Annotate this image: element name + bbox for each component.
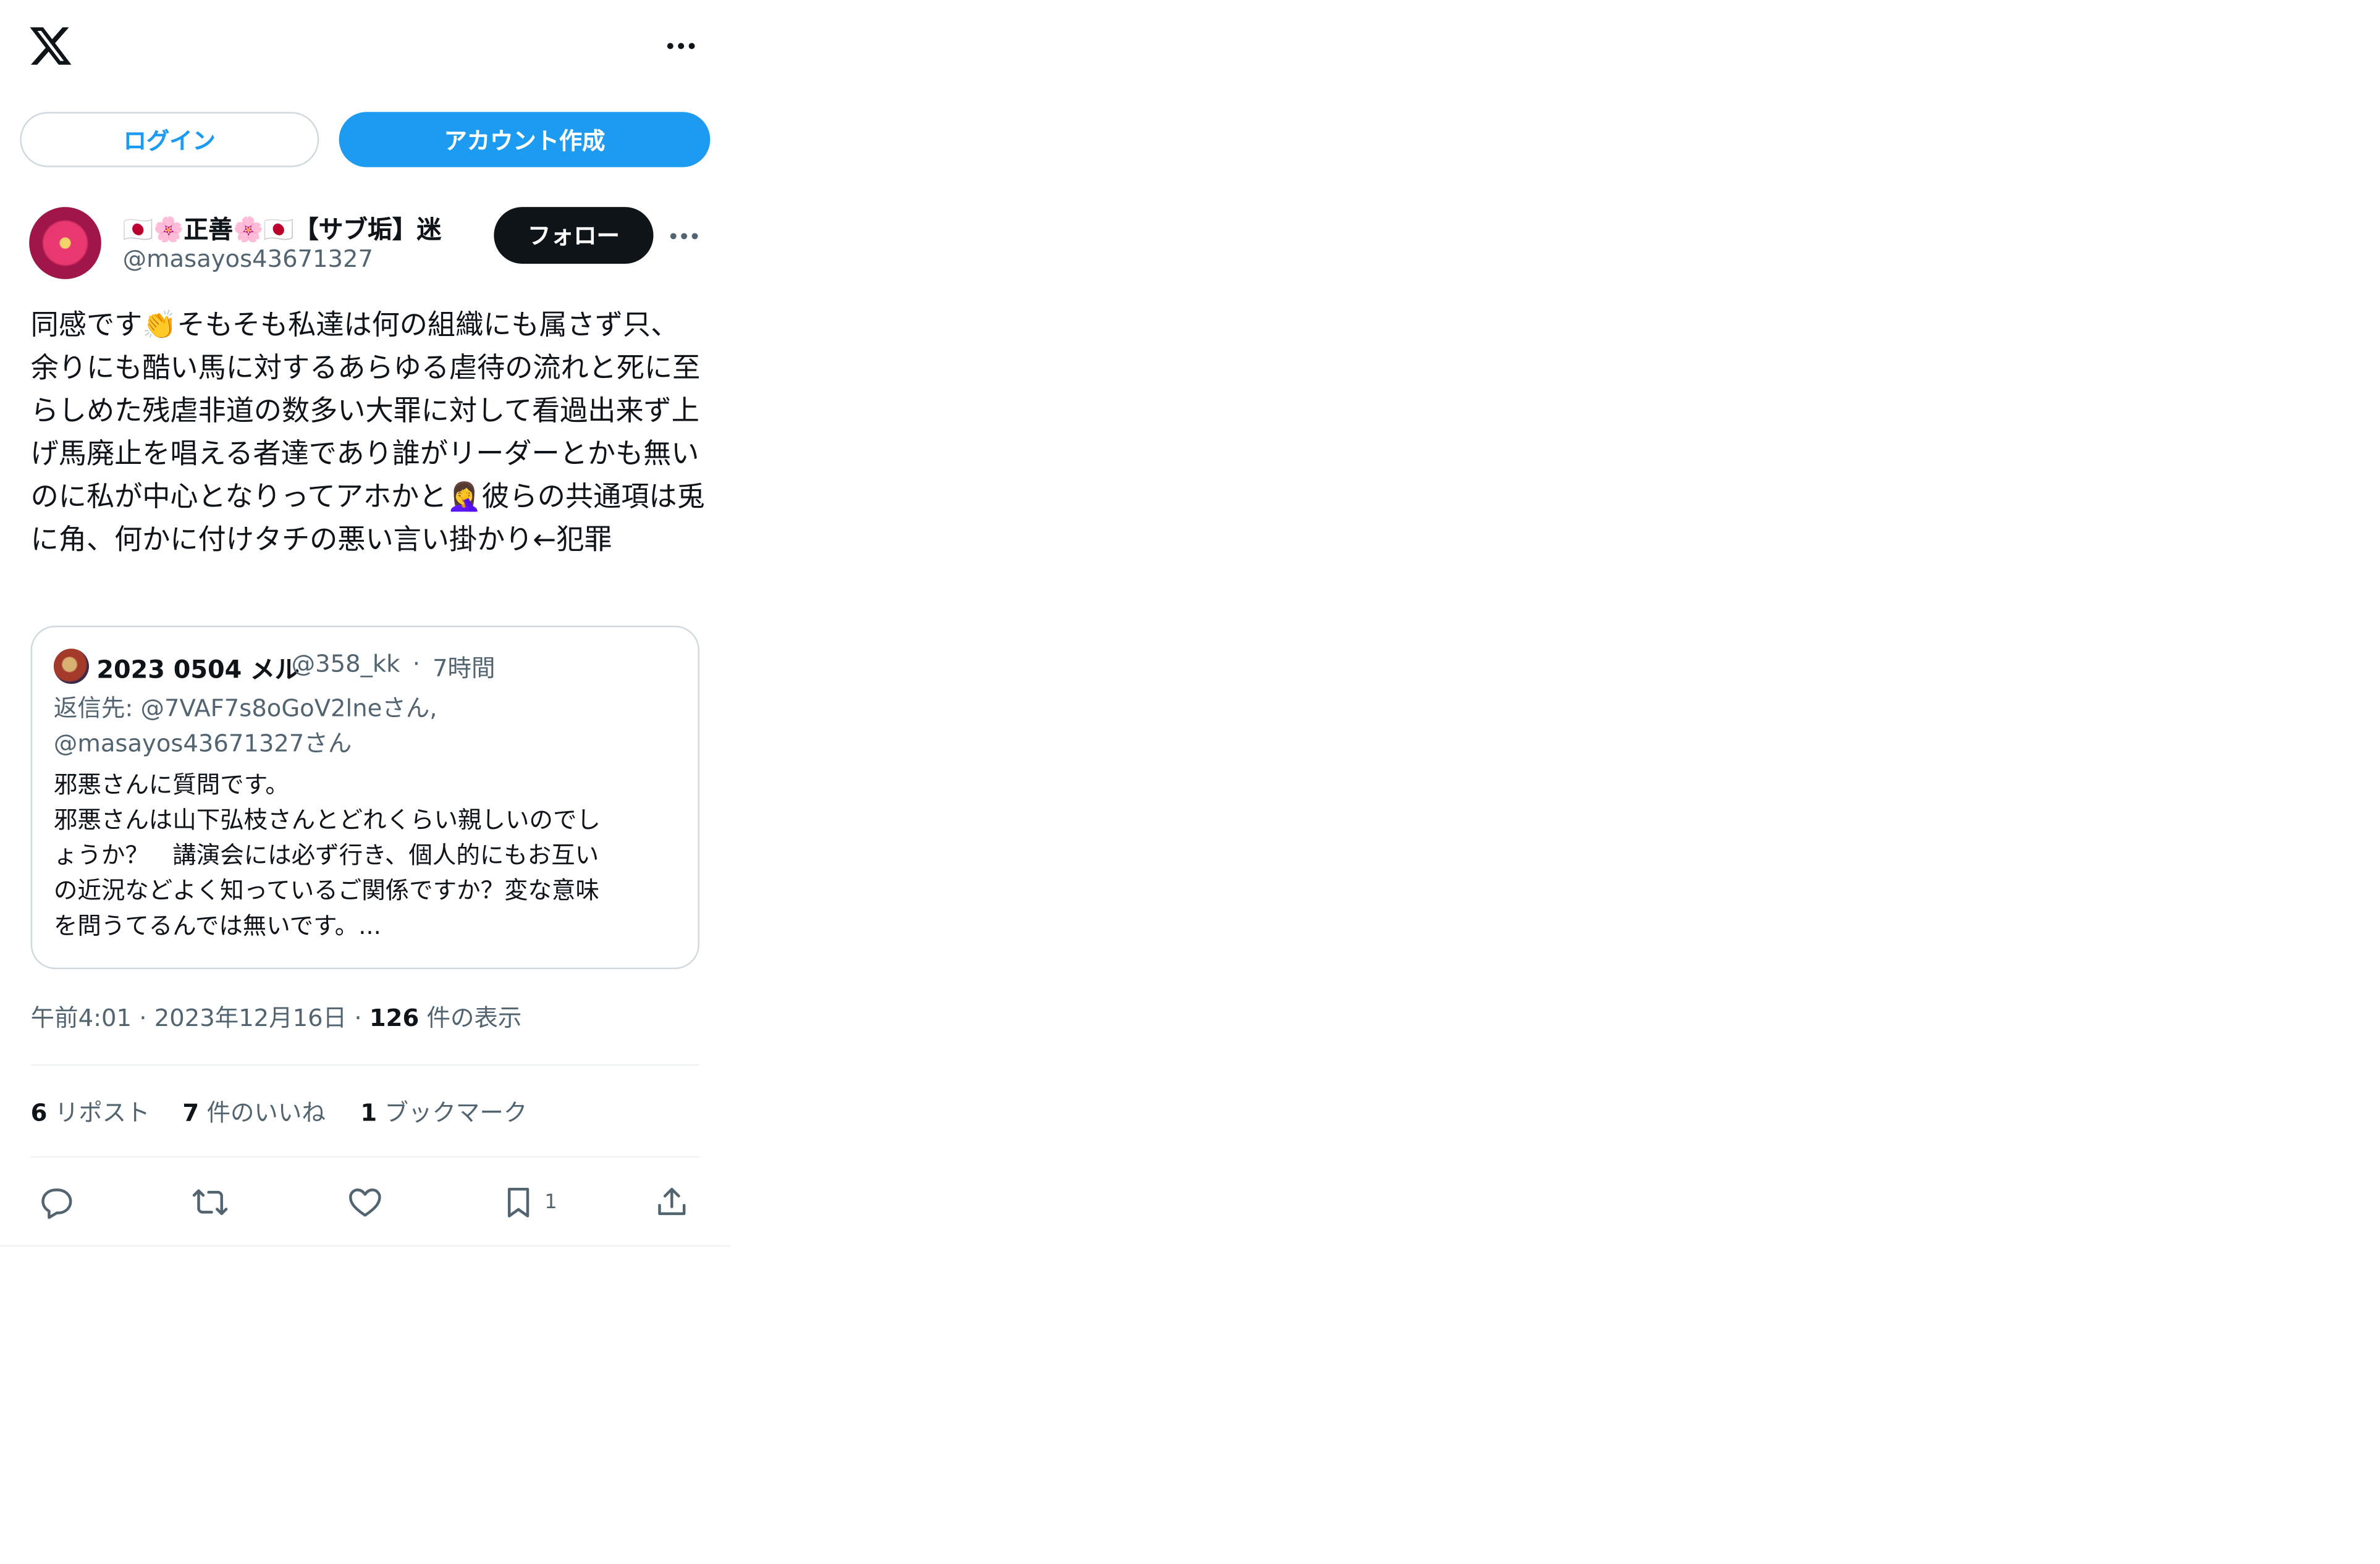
reply-icon [41,1188,72,1219]
bookmark-button[interactable]: 1 [500,1181,557,1224]
reply-button[interactable] [38,1181,75,1224]
likes-stat[interactable]: 7 件のいいね [182,1095,325,1129]
author-display-name[interactable]: 🇯🇵🌸正善🌸🇯🇵【サブ垢】迷 [123,209,480,243]
reposts-label: リポスト [54,1099,150,1127]
likes-count: 7 [182,1099,200,1127]
more-horizontal-icon[interactable] [657,22,706,70]
likes-label: 件のいいね [206,1099,326,1127]
quoted-time: 7時間 [433,655,496,683]
bookmark-icon [507,1187,530,1217]
tweet-time[interactable]: 午前4:01 [31,1004,132,1032]
reposts-count: 6 [30,1099,48,1127]
create-account-button[interactable]: アカウント作成 [339,112,711,167]
quoted-display-name: 2023 0504 メル [96,655,300,684]
bookmark-count: 1 [544,1190,557,1214]
avatar[interactable] [29,207,101,279]
views-count: 126 [369,1004,420,1032]
repost-icon [192,1189,228,1216]
quoted-separator: · [412,650,421,678]
tweet-text: 同感です👏そもそも私達は何の組織にも属さず只、余りにも酷い馬に対するあらゆる虐待… [30,309,705,557]
x-logo-icon[interactable] [28,22,74,70]
reposts-stat[interactable]: 6 リポスト [31,1095,150,1129]
divider [30,1064,700,1066]
views-label: 件の表示 [426,1004,522,1032]
tweet-meta: 午前4:01 · 2023年12月16日 · 126 件の表示 [31,1000,522,1034]
quoted-tweet[interactable]: 2023 0504 メル @358_kk · 7時間 返信先: @7VAF7s8… [30,625,700,969]
quoted-handle: @358_kk [291,650,400,678]
share-icon [658,1187,686,1216]
login-button[interactable]: ログイン [20,112,319,167]
follow-button[interactable]: フォロー [494,207,654,264]
divider [30,1156,700,1158]
quoted-text: 邪悪さんに質問です。 邪悪さんは山下弘枝さんとどれくらい親しいのでし ょうか？ … [53,771,601,940]
bookmarks-stat[interactable]: 1 ブックマーク [360,1095,527,1129]
tweet-page-column: ログイン アカウント作成 🇯🇵🌸正善🌸🇯🇵【サブ垢】迷 @masayos4367… [0,0,730,1247]
meta-separator: · [354,1004,362,1032]
quoted-reply-to: 返信先: @7VAF7s8oGoV2lneさん, @masayos4367132… [53,694,437,758]
bookmarks-count: 1 [360,1099,378,1127]
share-button[interactable] [654,1181,691,1224]
heart-icon [349,1188,381,1217]
repost-button[interactable] [192,1181,229,1224]
tweet-more-icon[interactable] [662,215,706,258]
quoted-avatar[interactable] [53,649,89,684]
author-handle[interactable]: @masayos43671327 [123,245,373,273]
like-button[interactable] [347,1181,384,1224]
tweet-date[interactable]: 2023年12月16日 [154,1004,347,1032]
meta-separator: · [139,1004,147,1032]
bookmarks-label: ブックマーク [384,1099,528,1127]
